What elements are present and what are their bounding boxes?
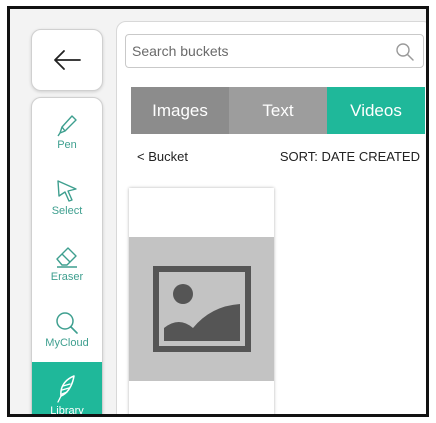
app-frame: Pen Select Eraser MyCloud Library Search… [7,6,429,417]
image-placeholder-icon [152,266,251,352]
tab-images[interactable]: Images [131,87,229,134]
tool-eraser-label: Eraser [50,270,84,283]
eraser-icon [56,246,77,268]
search-icon [56,311,78,334]
bucket-back-link[interactable]: < Bucket [137,149,188,164]
tool-pen[interactable]: Pen [32,98,102,164]
tool-select[interactable]: Select [32,164,102,230]
tab-videos[interactable]: Videos [327,87,425,134]
search-input[interactable] [132,35,382,67]
tool-sidebar: Pen Select Eraser MyCloud Library [31,97,103,417]
search-icon[interactable] [395,42,415,62]
tool-mycloud[interactable]: MyCloud [32,296,102,362]
tool-pen-label: Pen [57,138,77,151]
media-tabs: Images Text Videos [131,87,425,134]
media-thumbnail [129,237,274,381]
tool-mycloud-label: MyCloud [45,336,89,349]
tool-select-label: Select [51,204,83,217]
back-button[interactable] [31,29,103,91]
search-box [125,34,424,68]
tool-library[interactable]: Library [32,362,102,417]
pen-icon [57,114,77,136]
sort-control[interactable]: SORT: DATE CREATED [280,149,420,164]
arrow-left-icon [54,50,81,70]
media-card[interactable] [129,188,274,414]
cursor-icon [57,179,77,202]
tab-text[interactable]: Text [229,87,327,134]
feather-icon [57,374,75,403]
tool-eraser[interactable]: Eraser [32,230,102,296]
tool-library-label: Library [50,404,84,417]
library-panel: Images Text Videos < Bucket SORT: DATE C… [116,21,426,414]
